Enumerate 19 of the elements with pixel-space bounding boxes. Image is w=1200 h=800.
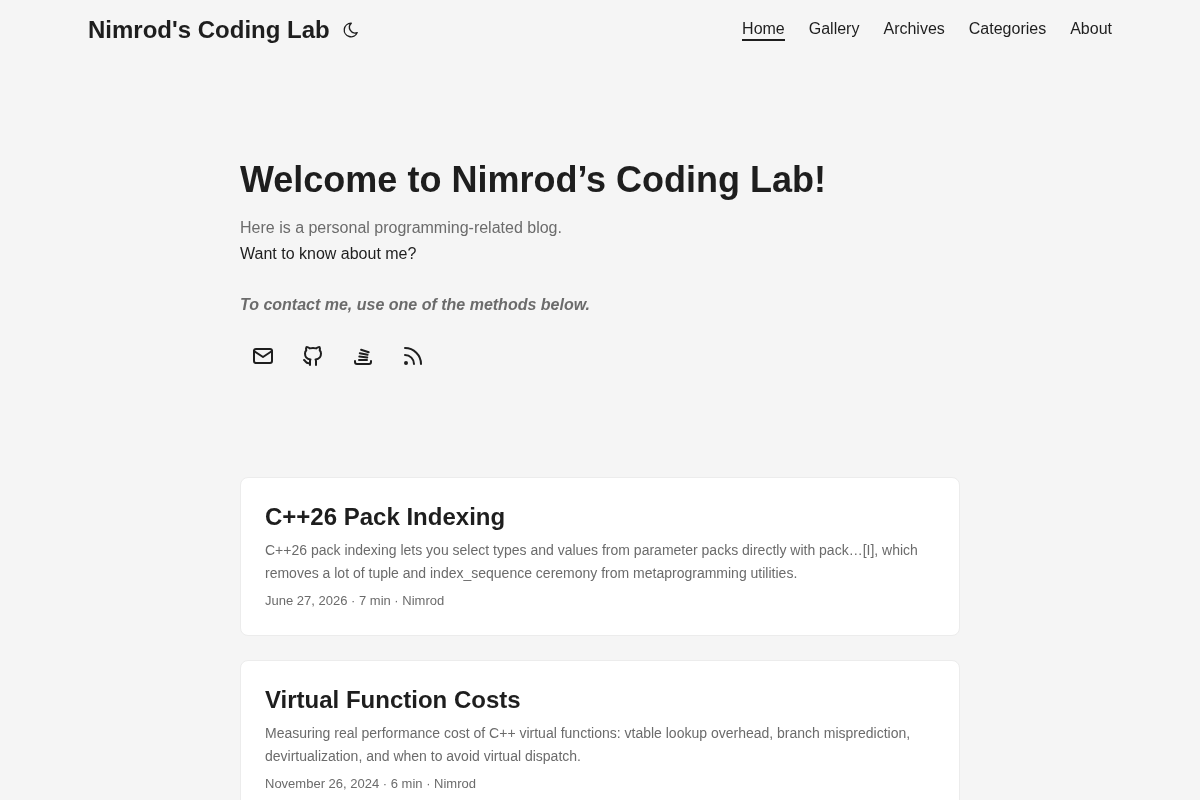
post-meta: June 27, 2026 · 7 min · Nimrod — [265, 592, 446, 610]
nav-link[interactable]: Gallery — [808, 19, 860, 41]
post-summary: C++26 pack indexing lets you select types and values from parameter packs directly with pack…[I], which removes a lot of tuple and index_sequence ceremony from metaprogramming utilities. — [265, 541, 919, 583]
contact-note: To contact me, use one of the methods below. — [240, 295, 591, 315]
nav-link[interactable]: Archives — [883, 19, 945, 41]
intro-text: Here is a personal programming-related blog. — [240, 218, 563, 238]
site-title[interactable]: Nimrod's Coding Lab — [88, 15, 330, 45]
post-summary: Measuring real performance cost of C++ virtual functions: vtable lookup overhead, branch misprediction, devirtualization, and when to avoid virtual dispatch. — [265, 724, 912, 766]
rss-icon[interactable] — [401, 344, 425, 368]
github-icon[interactable] — [301, 344, 325, 368]
page-heading: Welcome to Nimrod’s Coding Lab! — [240, 158, 828, 201]
nav-link[interactable]: Home — [742, 19, 785, 41]
post-title: Virtual Function Costs — [265, 685, 522, 714]
about-link[interactable]: Want to know about me? — [240, 245, 417, 262]
post-title: C++26 Pack Indexing — [265, 502, 507, 531]
post-meta: November 26, 2024 · 6 min · Nimrod — [265, 775, 477, 793]
moon-icon[interactable] — [341, 21, 360, 39]
nav-link[interactable]: Categories — [968, 19, 1047, 41]
nav-link[interactable]: About — [1070, 19, 1112, 41]
